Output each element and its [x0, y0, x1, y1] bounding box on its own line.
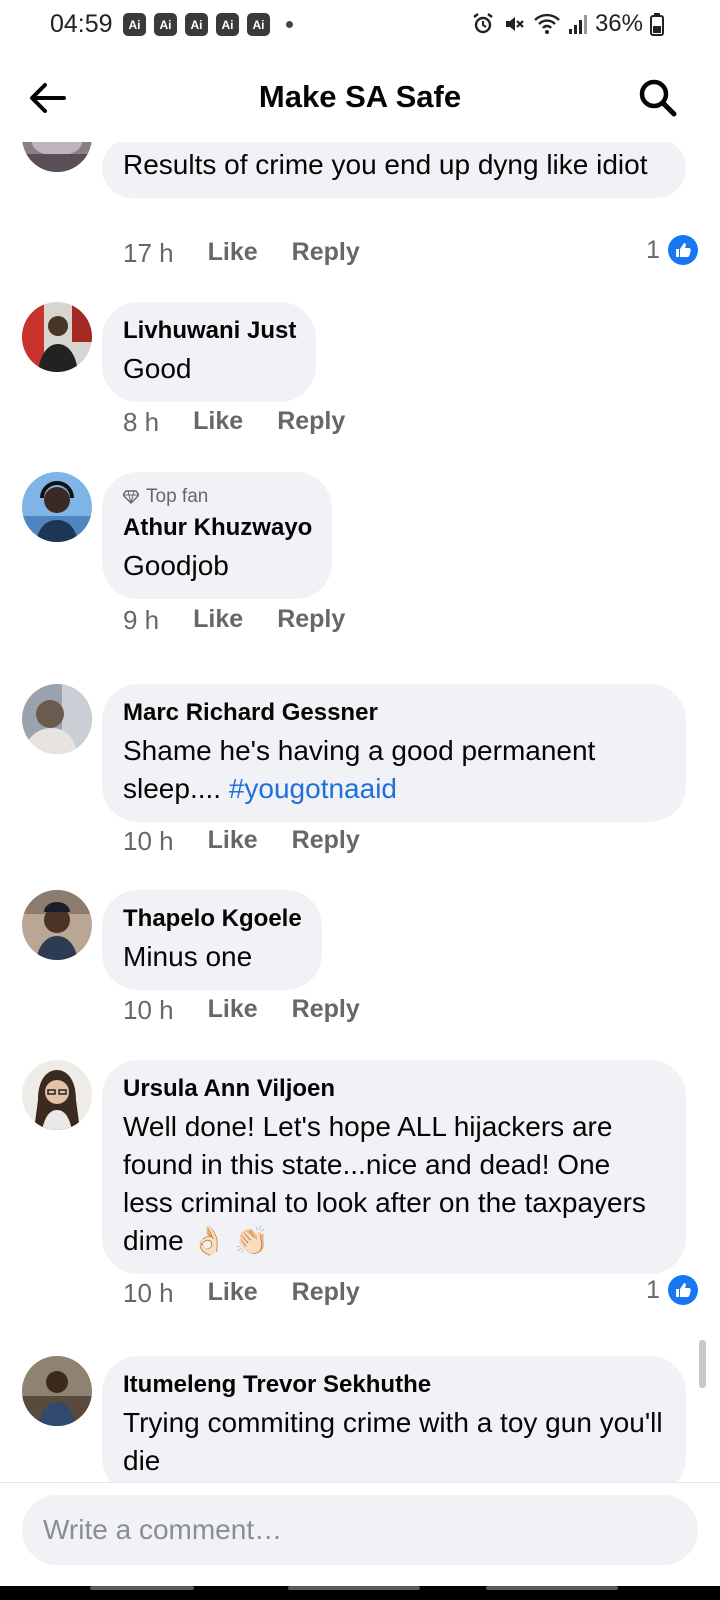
avatar[interactable]: [22, 1060, 92, 1130]
like-button[interactable]: Like: [193, 407, 243, 438]
comment-bubble[interactable]: Thapelo Kgoele Minus one: [102, 890, 322, 990]
comment-time: 8 h: [123, 407, 160, 437]
comment-author[interactable]: Ursula Ann Viljoen: [123, 1074, 666, 1104]
battery-icon: [650, 13, 664, 36]
comment-bubble[interactable]: Itumeleng Trevor Sekhuthe Trying commiti…: [102, 1356, 686, 1482]
battery-level: 36%: [594, 10, 643, 37]
comment-input[interactable]: [22, 1495, 698, 1565]
reaction-count[interactable]: 1: [646, 1275, 698, 1305]
search-icon: [639, 79, 677, 117]
avatar[interactable]: [22, 302, 92, 372]
comment-bubble[interactable]: Top fan Athur Khuzwayo Goodjob: [102, 472, 333, 599]
reply-button[interactable]: Reply: [292, 995, 360, 1026]
ai-notification-icon: Ai: [185, 13, 208, 36]
comment-actions: 8 h Like Reply: [123, 407, 345, 438]
reply-button[interactable]: Reply: [277, 407, 345, 438]
comment-text: Minus one: [123, 941, 253, 972]
reply-button[interactable]: Reply: [292, 238, 360, 269]
status-time: 04:59: [50, 10, 113, 38]
comment-time: 10 h: [123, 995, 174, 1025]
ai-notification-icon: Ai: [247, 13, 270, 36]
avatar[interactable]: [22, 142, 92, 172]
reply-button[interactable]: Reply: [292, 826, 360, 857]
thumbs-up-icon: [668, 235, 698, 265]
comment-author[interactable]: Livhuwani Just: [123, 316, 296, 346]
badge-label: Top fan: [146, 486, 209, 507]
comment-actions: 9 h Like Reply: [123, 605, 345, 636]
avatar[interactable]: [22, 890, 92, 960]
search-button[interactable]: [636, 76, 680, 120]
like-button[interactable]: Like: [193, 605, 243, 636]
like-button[interactable]: Like: [208, 995, 258, 1026]
like-button[interactable]: Like: [208, 826, 258, 857]
diamond-icon: [123, 490, 139, 504]
ai-notification-icon: Ai: [154, 13, 177, 36]
comment-actions: 10 h Like Reply: [123, 1278, 360, 1309]
comment-author[interactable]: Athur Khuzwayo: [123, 513, 312, 543]
comment-time: 10 h: [123, 826, 174, 856]
avatar[interactable]: [22, 1356, 92, 1426]
status-bar: 04:59 Ai Ai Ai Ai Ai 36%: [0, 0, 720, 52]
thumbs-up-icon: [668, 1275, 698, 1305]
reaction-number: 1: [646, 1275, 660, 1304]
comment-bubble[interactable]: Ursula Ann Viljoen Well done! Let's hope…: [102, 1060, 686, 1274]
comment-composer: [0, 1482, 720, 1586]
comment-text: Good: [123, 353, 192, 384]
like-button[interactable]: Like: [208, 1278, 258, 1309]
notification-icons: Ai Ai Ai Ai Ai: [123, 13, 270, 36]
top-fan-badge: Top fan: [123, 486, 312, 508]
more-notifications-dot: [286, 21, 293, 28]
comment-actions: 17 h Like Reply: [123, 238, 360, 269]
reply-button[interactable]: Reply: [292, 1278, 360, 1309]
ai-notification-icon: Ai: [123, 13, 146, 36]
nav-home-handle[interactable]: [288, 1586, 420, 1590]
comment-author[interactable]: Itumeleng Trevor Sekhuthe: [123, 1370, 666, 1400]
avatar[interactable]: [22, 684, 92, 754]
comment-text: Results of crime you end up dyng like id…: [123, 149, 648, 180]
avatar[interactable]: [22, 472, 92, 542]
wifi-icon: [534, 13, 560, 34]
comment-bubble[interactable]: Results of crime you end up dyng like id…: [102, 142, 686, 198]
reaction-number: 1: [646, 235, 660, 264]
comments-list[interactable]: Results of crime you end up dyng like id…: [0, 142, 720, 1482]
comment-author[interactable]: Marc Richard Gessner: [123, 698, 666, 728]
comment-time: 17 h: [123, 238, 174, 268]
comment-actions: 10 h Like Reply: [123, 826, 360, 857]
comment-text: Trying commiting crime with a toy gun yo…: [123, 1407, 663, 1476]
hashtag-link[interactable]: #yougotnaaid: [229, 773, 397, 804]
comment-time: 9 h: [123, 605, 160, 635]
mute-icon: [505, 17, 524, 31]
like-button[interactable]: Like: [208, 238, 258, 269]
system-navigation-bar: [0, 1586, 720, 1600]
nav-back-handle[interactable]: [486, 1586, 618, 1590]
comment-time: 10 h: [123, 1278, 174, 1308]
alarm-icon: [473, 13, 493, 34]
status-right: 36%: [471, 10, 664, 38]
comment-author[interactable]: Thapelo Kgoele: [123, 904, 302, 934]
ai-notification-icon: Ai: [216, 13, 239, 36]
nav-recent-handle[interactable]: [90, 1586, 194, 1590]
comment-text: Shame he's having a good permanent sleep…: [123, 732, 666, 808]
app-bar: Make SA Safe: [0, 52, 720, 142]
comment-bubble[interactable]: Livhuwani Just Good: [102, 302, 317, 402]
comment-actions: 10 h Like Reply: [123, 995, 360, 1026]
comment-text: Well done! Let's hope ALL hijackers are …: [123, 1111, 646, 1256]
page-title: Make SA Safe: [258, 79, 462, 114]
reply-button[interactable]: Reply: [277, 605, 345, 636]
signal-icon: [568, 15, 587, 34]
comment-text: Goodjob: [123, 550, 229, 581]
reaction-count[interactable]: 1: [646, 235, 698, 265]
comment-bubble[interactable]: Marc Richard Gessner Shame he's having a…: [102, 684, 686, 822]
scrollbar-thumb[interactable]: [699, 1340, 706, 1388]
